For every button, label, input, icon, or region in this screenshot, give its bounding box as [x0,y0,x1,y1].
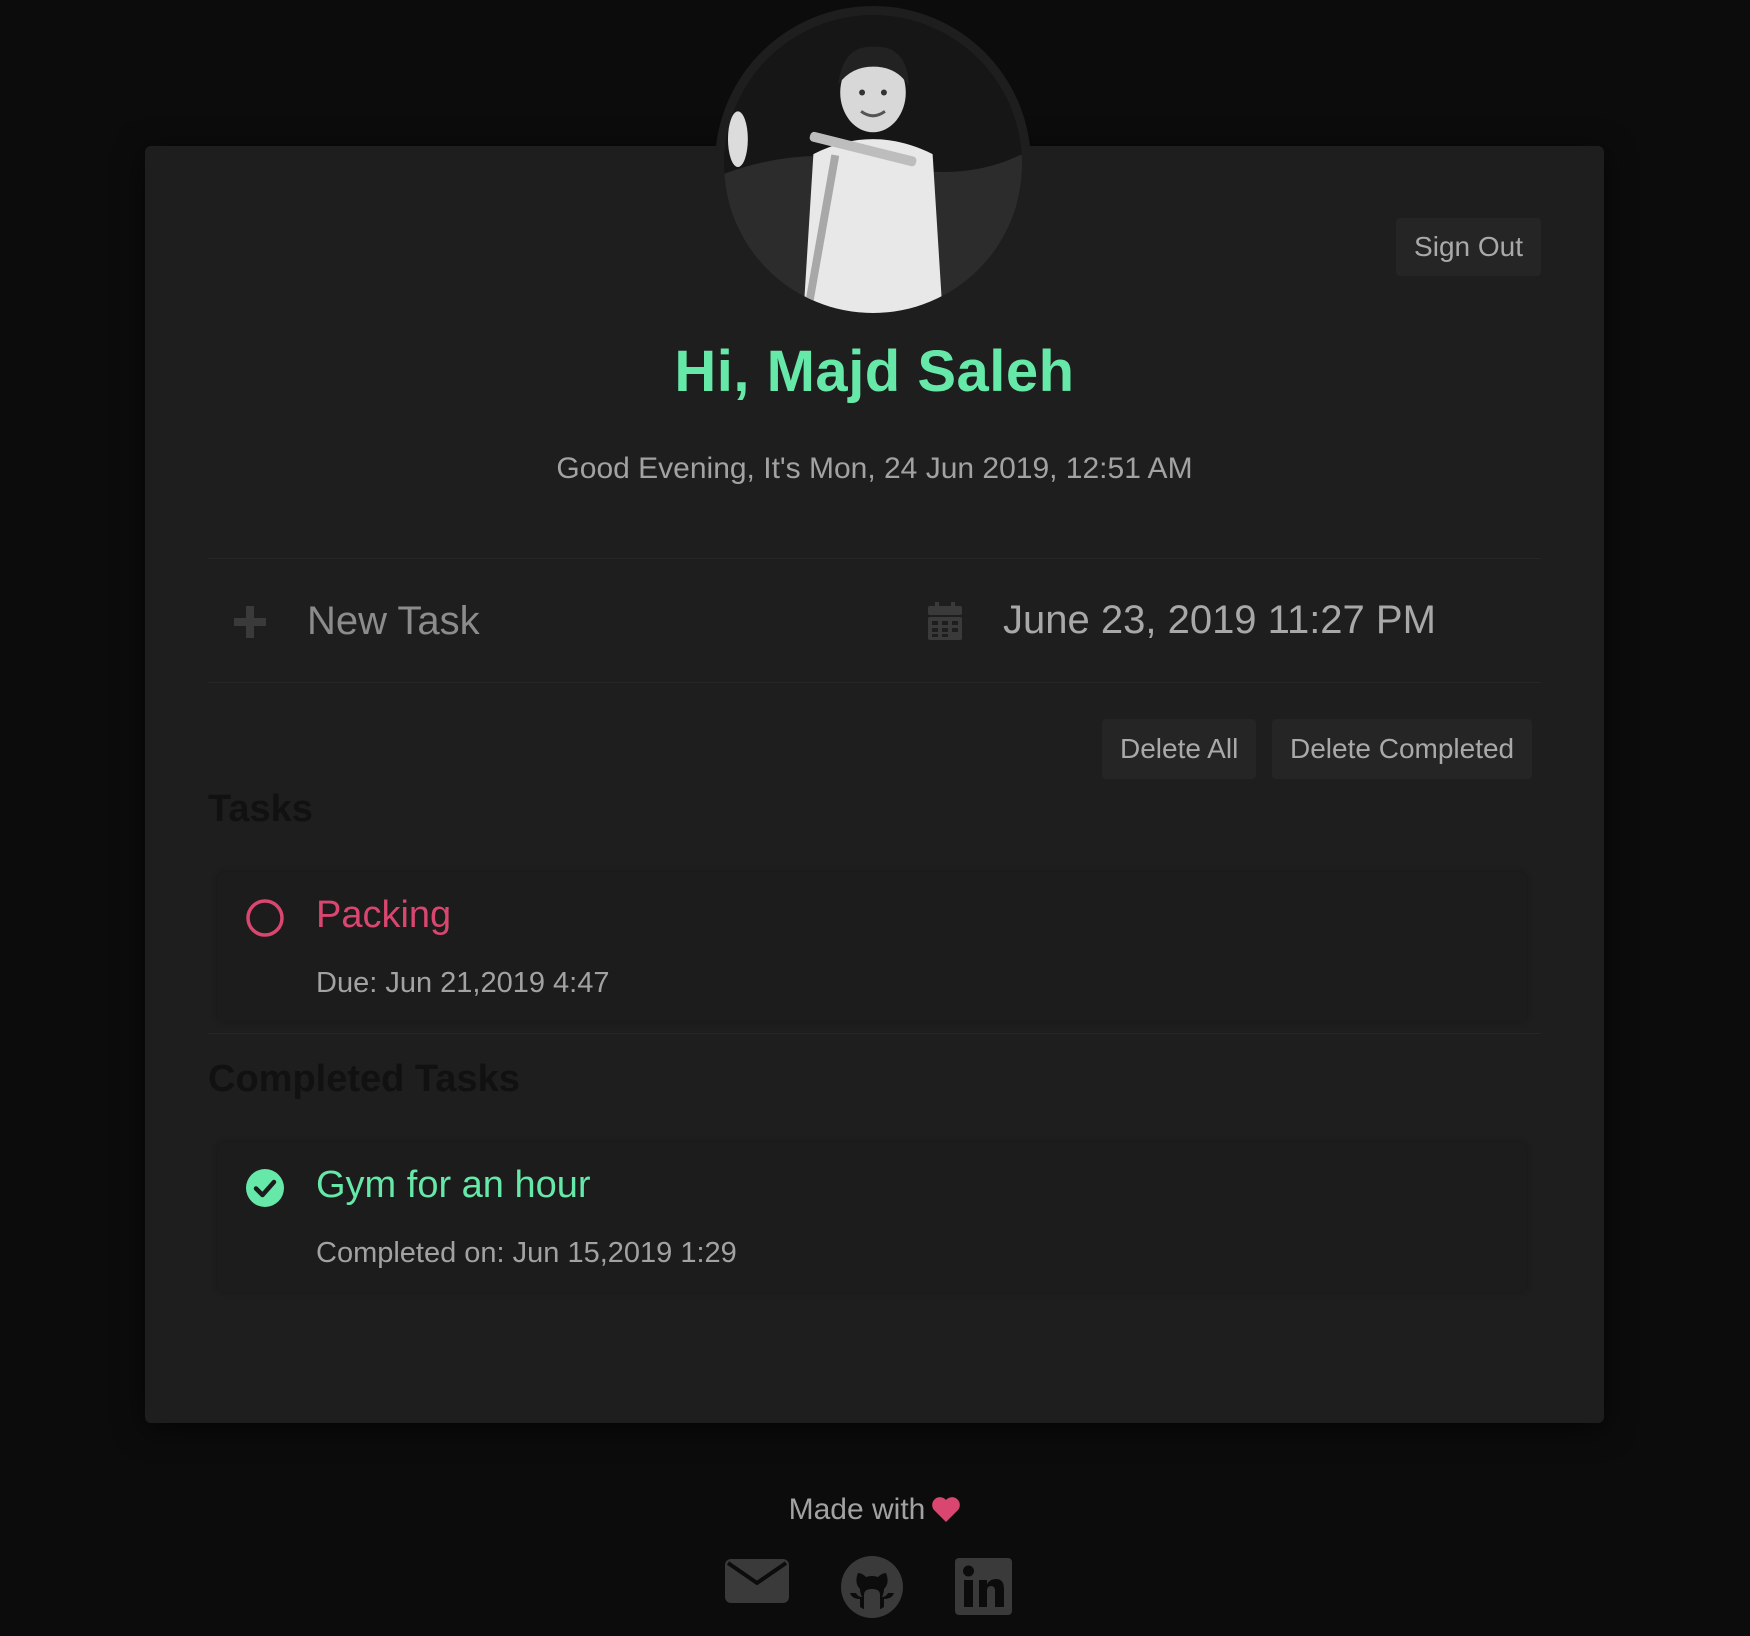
new-task-row: June 23, 2019 11:27 PM [208,558,1541,682]
footer-made-with: Made with [0,1493,1750,1527]
due-date-value[interactable]: June 23, 2019 11:27 PM [1003,598,1436,643]
linkedin-icon[interactable] [955,1558,1012,1615]
delete-all-button[interactable]: Delete All [1102,719,1257,779]
divider [208,682,1541,683]
plus-icon[interactable] [232,604,268,640]
page: Sign Out Hi, Majd Saleh Good Evening, It… [0,0,1750,1636]
check-circle-icon[interactable] [245,1168,285,1208]
circle-outline-icon[interactable] [245,898,285,938]
divider [208,1033,1541,1034]
task-name: Packing [316,894,452,936]
avatar-image [724,15,1022,313]
calendar-icon[interactable] [928,602,962,640]
heart-icon [932,1497,961,1522]
task-item: Packing Due: Jun 21,2019 4:47 [217,872,1527,1022]
github-icon[interactable] [840,1555,904,1619]
task-name: Gym for an hour [316,1164,591,1206]
tasks-section-title: Tasks [208,788,313,830]
envelope-icon[interactable] [725,1555,789,1603]
made-with-label: Made with [788,1493,926,1526]
avatar [715,6,1031,322]
new-task-input[interactable] [305,586,869,656]
completed-task-item: Gym for an hour Completed on: Jun 15,201… [217,1142,1527,1292]
avatar-photo [724,15,1022,313]
greeting-subtitle: Good Evening, It's Mon, 24 Jun 2019, 12:… [556,452,1193,485]
delete-completed-button[interactable]: Delete Completed [1272,719,1533,779]
task-completed-date: Completed on: Jun 15,2019 1:29 [316,1237,737,1269]
sign-out-button[interactable]: Sign Out [1396,218,1541,276]
task-due-date: Due: Jun 21,2019 4:47 [316,967,610,999]
greeting-title: Hi, Majd Saleh [674,339,1075,404]
completed-section-title: Completed Tasks [208,1058,520,1100]
todo-card: Sign Out Hi, Majd Saleh Good Evening, It… [145,146,1604,1423]
